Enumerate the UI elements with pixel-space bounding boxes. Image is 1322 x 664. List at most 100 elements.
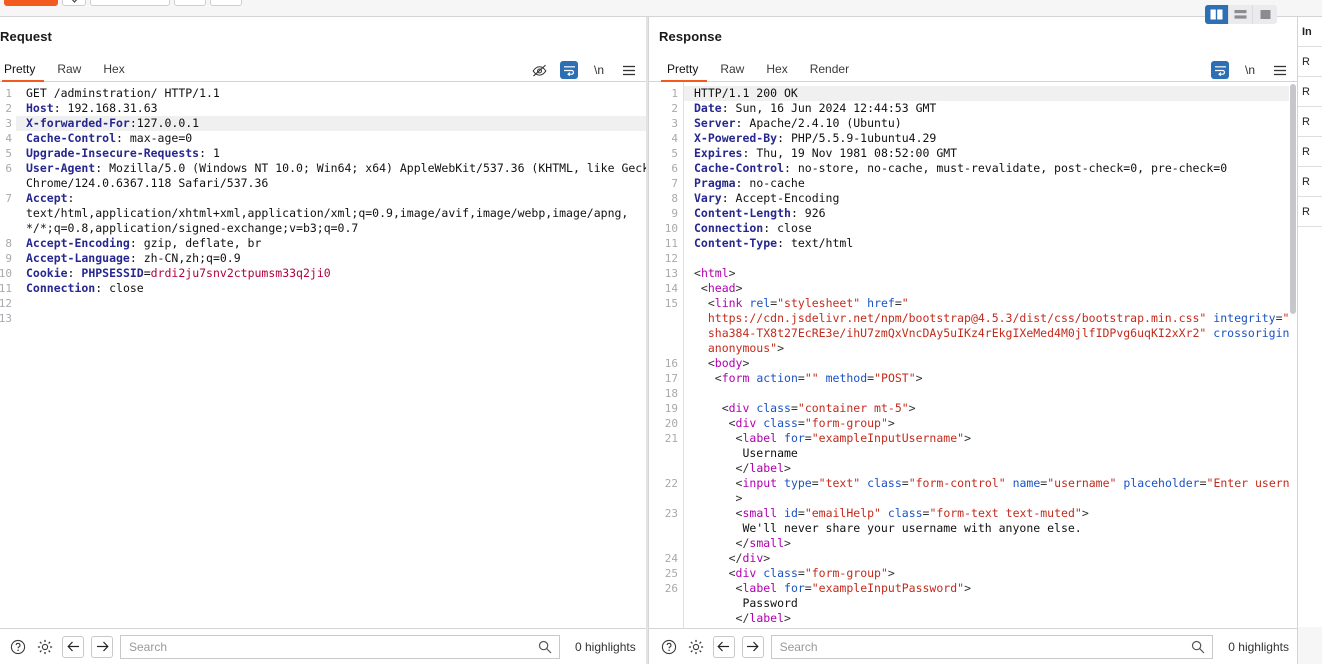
code-line: User-Agent: Mozilla/5.0 (Windows NT 10.0…	[26, 161, 646, 175]
line-number: 1	[5, 87, 12, 100]
line-number: 14	[664, 282, 678, 295]
code-line: Chrome/124.0.6367.118 Safari/537.36	[26, 176, 269, 190]
tab-request-pretty[interactable]: Pretty	[0, 62, 46, 82]
gear-icon[interactable]	[686, 637, 706, 657]
line-number: 21	[664, 432, 678, 445]
response-line-numbers: 1 2 3 4 5 6 7 8 9 10 11 12 13 14 15 16 17 18 19 20 21 22 23 24 2…	[649, 82, 683, 664]
request-line-numbers: 1 2 3 4 5 6 7 8 9 10 11 12 13	[0, 82, 16, 664]
request-bottom-bar: 0 highlights	[0, 628, 646, 664]
tab-response-hex[interactable]: Hex	[755, 62, 798, 81]
code-line: text/html,application/xhtml+xml,applicat…	[26, 206, 629, 220]
response-body[interactable]: HTTP/1.1 200 OK Date: Sun, 16 Jun 2024 12…	[683, 82, 1297, 664]
hide-icon[interactable]	[530, 61, 548, 79]
search-icon	[1191, 640, 1205, 657]
code-line: X-Powered-By: PHP/5.5.9-1ubuntu4.29	[694, 131, 937, 145]
response-search-input[interactable]	[771, 635, 1213, 658]
line-number	[649, 311, 678, 326]
line-number: 16	[664, 357, 678, 370]
toolbar-button-3[interactable]	[210, 0, 242, 6]
line-number: 20	[664, 417, 678, 430]
search-prev-button[interactable]	[62, 635, 84, 658]
tab-request-raw[interactable]: Raw	[46, 62, 92, 81]
request-search-input[interactable]	[121, 635, 559, 658]
line-number: 7	[5, 192, 12, 205]
request-search-box[interactable]	[120, 634, 560, 659]
code-line: Content-Type: text/html	[694, 236, 854, 250]
code-line: Username	[694, 446, 798, 460]
gear-icon[interactable]	[35, 637, 55, 657]
send-button[interactable]	[4, 0, 58, 6]
request-body[interactable]: GET /adminstration/ HTTP/1.1 Host: 192.16…	[16, 82, 646, 664]
layout-single-button[interactable]	[1253, 5, 1277, 24]
request-editor[interactable]: 1 2 3 4 5 6 7 8 9 10 11 12 13 GET /adminstration/ HT…	[0, 82, 646, 664]
newline-icon[interactable]: \n	[590, 61, 608, 79]
line-number: 4	[671, 132, 678, 145]
menu-icon[interactable]	[1271, 61, 1289, 79]
rail-tab[interactable]: In	[1298, 17, 1322, 47]
response-bottom-bar: 0 highlights	[649, 628, 1297, 664]
line-number: 22	[664, 477, 678, 490]
search-icon	[538, 640, 552, 657]
rail-tab[interactable]: R	[1298, 197, 1322, 227]
line-number: 4	[5, 132, 12, 145]
search-next-button[interactable]	[91, 635, 113, 658]
code-line: </small>	[694, 536, 791, 550]
tab-response-pretty[interactable]: Pretty	[659, 62, 709, 82]
line-number: 11	[0, 282, 12, 295]
line-number: 3	[671, 117, 678, 130]
response-scroll-thumb[interactable]	[1290, 84, 1296, 314]
search-prev-button[interactable]	[712, 635, 735, 658]
rail-tab[interactable]: R	[1298, 137, 1322, 167]
help-icon[interactable]	[8, 637, 28, 657]
line-number: 11	[664, 237, 678, 250]
code-line: We'll never share your username with any…	[694, 521, 1082, 535]
layout-side-by-side-button[interactable]	[1205, 5, 1229, 24]
word-wrap-icon[interactable]	[560, 61, 578, 79]
rail-filler	[1298, 227, 1322, 627]
line-number: 10	[0, 267, 12, 280]
layout-switcher	[1205, 5, 1277, 24]
code-line: Upgrade-Insecure-Requests: 1	[26, 146, 220, 160]
response-editor[interactable]: 1 2 3 4 5 6 7 8 9 10 11 12 13 14 15 16 17 18 19 20 21 22 23 24 2…	[649, 82, 1297, 664]
line-number	[649, 596, 678, 611]
line-number: 2	[5, 102, 12, 115]
rail-tab[interactable]: R	[1298, 167, 1322, 197]
code-line: <form action="" method="POST">	[694, 371, 923, 385]
response-header: Response	[649, 5, 1297, 57]
word-wrap-icon[interactable]	[1211, 61, 1229, 79]
menu-icon[interactable]	[620, 61, 638, 79]
side-rail: In R R R R R R	[1297, 17, 1322, 664]
line-number: 10	[664, 222, 678, 235]
cancel-icon[interactable]	[62, 0, 86, 6]
code-line: Accept-Encoding: gzip, deflate, br	[26, 236, 262, 250]
code-line: <label for="exampleInputPassword">	[694, 581, 971, 595]
code-line: <div class="form-group">	[694, 416, 895, 430]
line-number: 8	[5, 237, 12, 250]
tab-response-raw[interactable]: Raw	[709, 62, 755, 81]
help-icon[interactable]	[659, 637, 679, 657]
tab-request-hex[interactable]: Hex	[92, 62, 135, 81]
rail-tab[interactable]: R	[1298, 107, 1322, 137]
code-line: Cookie: PHPSESSID=drdi2ju7snv2ctpumsm33q…	[26, 266, 331, 280]
line-number: 12	[664, 252, 678, 265]
search-next-button[interactable]	[741, 635, 764, 658]
rail-tab[interactable]: R	[1298, 47, 1322, 77]
rail-tab[interactable]: R	[1298, 77, 1322, 107]
toolbar-button-1[interactable]	[90, 0, 170, 6]
code-line: HTTP/1.1 200 OK	[684, 86, 1297, 101]
tab-response-render[interactable]: Render	[799, 62, 860, 81]
toolbar-button-2[interactable]	[174, 0, 206, 6]
response-scrollbar[interactable]	[1289, 82, 1297, 664]
code-line: Connection: close	[694, 221, 812, 235]
layout-stacked-button[interactable]	[1229, 5, 1253, 24]
response-search-box[interactable]	[770, 634, 1214, 659]
newline-icon[interactable]: \n	[1241, 61, 1259, 79]
line-number: 19	[664, 402, 678, 415]
line-number: 23	[664, 507, 678, 520]
code-line: Accept:	[26, 191, 75, 205]
line-number: 25	[664, 567, 678, 580]
code-line: */*;q=0.8,application/signed-exchange;v=…	[26, 221, 359, 235]
code-line: >	[694, 491, 743, 505]
line-number	[649, 326, 678, 341]
